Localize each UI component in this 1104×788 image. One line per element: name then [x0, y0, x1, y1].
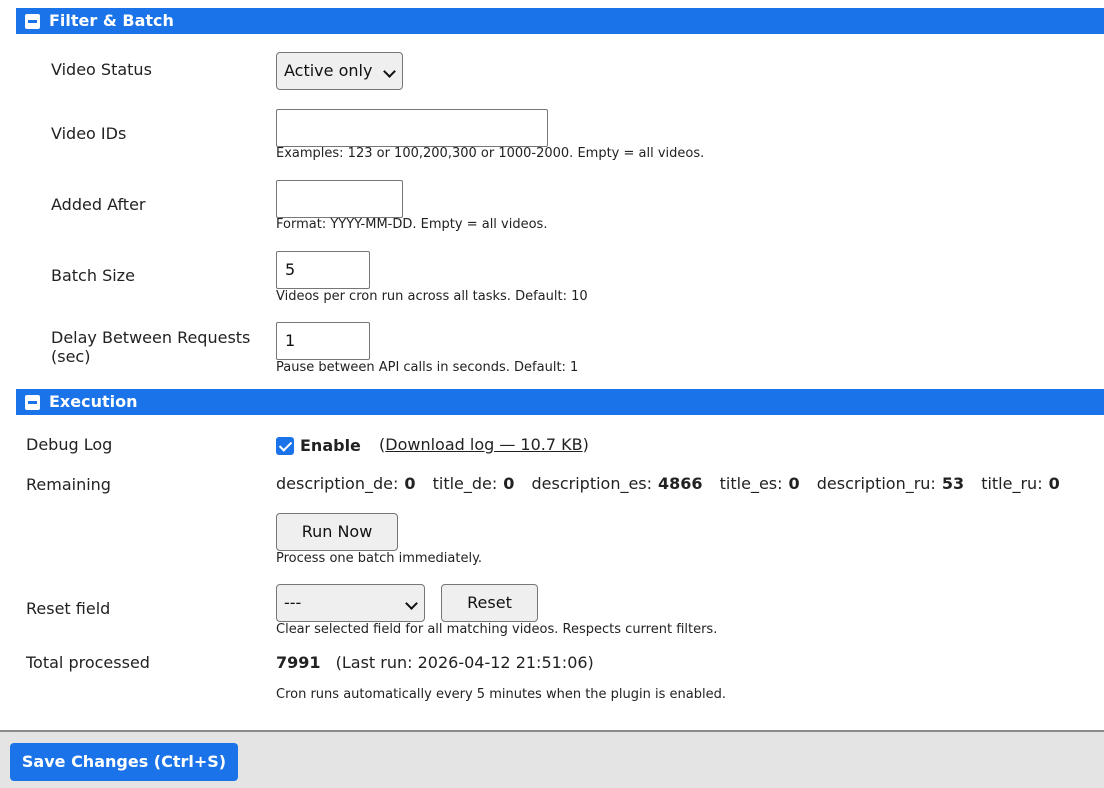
remaining-item: description_de: 0	[276, 474, 416, 493]
run-now-button[interactable]: Run Now	[276, 513, 398, 551]
remaining-item: title_ru: 0	[981, 474, 1060, 493]
delay-label-line1: Delay Between Requests	[51, 328, 251, 347]
reset-field-selected: ---	[284, 593, 302, 612]
video-ids-input[interactable]	[276, 109, 548, 147]
enable-label[interactable]: Enable	[300, 436, 361, 455]
collapse-icon[interactable]	[25, 14, 40, 29]
section-title: Filter & Batch	[49, 11, 174, 30]
video-ids-hint: Examples: 123 or 100,200,300 or 1000-200…	[276, 146, 705, 161]
debug-log-label: Debug Log	[26, 435, 113, 454]
total-processed-value-wrapper: 7991 (Last run: 2026-04-12 21:51:06)	[276, 653, 594, 672]
reset-field-hint: Clear selected field for all matching vi…	[276, 622, 718, 637]
batch-size-label: Batch Size	[51, 266, 135, 285]
video-status-select[interactable]: Active only	[276, 52, 403, 90]
footer-bar: Save Changes (Ctrl+S)	[0, 730, 1104, 788]
debug-log-checkbox[interactable]	[276, 437, 294, 455]
added-after-hint: Format: YYYY-MM-DD. Empty = all videos.	[276, 217, 548, 232]
save-changes-button[interactable]: Save Changes (Ctrl+S)	[10, 743, 238, 781]
batch-size-input[interactable]: 5	[276, 251, 370, 289]
last-run-text: (Last run: 2026-04-12 21:51:06)	[335, 653, 594, 672]
download-log-link[interactable]: Download log — 10.7 KB	[385, 435, 582, 454]
remaining-label: Remaining	[26, 475, 111, 494]
batch-size-hint: Videos per cron run across all tasks. De…	[276, 289, 588, 304]
added-after-input[interactable]	[276, 180, 403, 218]
remaining-item: description_es: 4866	[531, 474, 703, 493]
total-processed-label: Total processed	[26, 653, 150, 672]
collapse-icon[interactable]	[25, 395, 40, 410]
remaining-item: title_de: 0	[432, 474, 515, 493]
video-status-selected: Active only	[284, 61, 373, 80]
remaining-item: title_es: 0	[719, 474, 800, 493]
video-ids-label: Video IDs	[51, 124, 127, 143]
remaining-item: description_ru: 53	[816, 474, 965, 493]
video-status-label: Video Status	[51, 60, 152, 79]
cron-note: Cron runs automatically every 5 minutes …	[276, 687, 726, 702]
section-header-execution[interactable]: Execution	[16, 389, 1104, 415]
download-log-wrapper: (Download log — 10.7 KB)	[379, 435, 589, 454]
run-now-hint: Process one batch immediately.	[276, 551, 483, 566]
remaining-counts: description_de: 0 title_de: 0 description_…	[276, 474, 1072, 493]
added-after-label: Added After	[51, 195, 146, 214]
section-header-filter-batch[interactable]: Filter & Batch	[16, 8, 1104, 34]
paren-close: )	[582, 435, 589, 454]
delay-label: Delay Between Requests (sec)	[51, 328, 250, 366]
reset-field-label: Reset field	[26, 599, 111, 618]
reset-field-select[interactable]: ---	[276, 584, 425, 622]
section-title: Execution	[49, 392, 138, 411]
delay-input[interactable]: 1	[276, 322, 370, 360]
delay-hint: Pause between API calls in seconds. Defa…	[276, 360, 579, 375]
reset-button[interactable]: Reset	[441, 584, 538, 622]
chevron-down-icon	[405, 597, 418, 610]
chevron-down-icon	[383, 65, 396, 78]
delay-label-line2: (sec)	[51, 347, 91, 366]
total-processed-value: 7991	[276, 653, 321, 672]
